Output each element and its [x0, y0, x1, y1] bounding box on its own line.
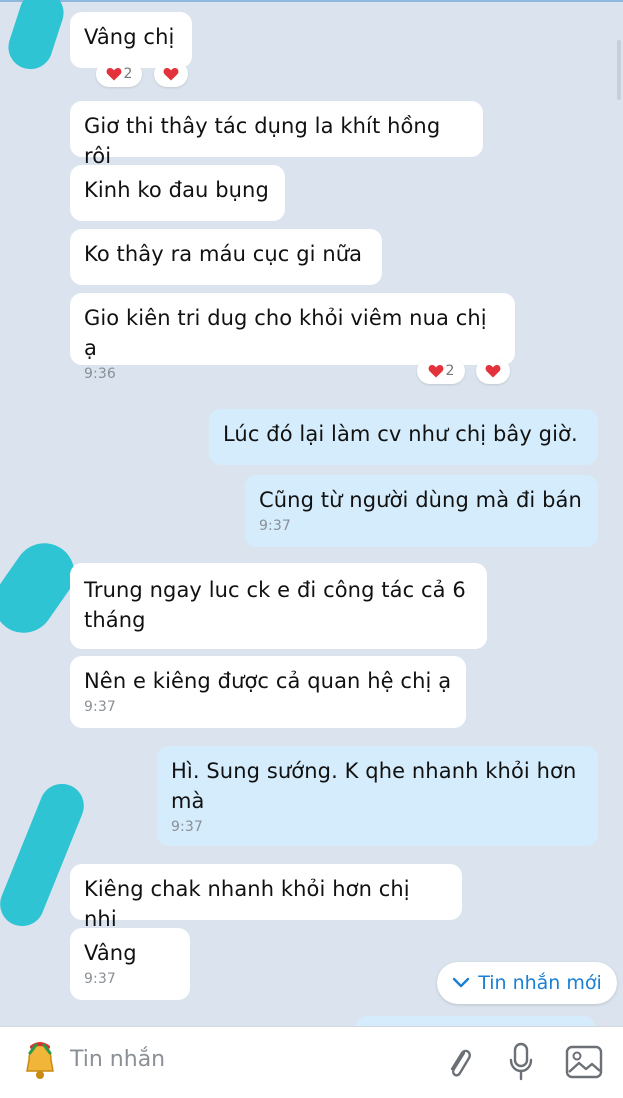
scrollbar[interactable] [617, 40, 621, 100]
image-icon[interactable] [565, 1045, 603, 1079]
message-input-bar: Tin nhắn [0, 1026, 623, 1098]
message-text: Cũng từ người dùng mà đi bán [259, 488, 582, 512]
message-text: Kinh ko đau bụng [84, 178, 269, 202]
heart-icon [106, 68, 121, 81]
message-text: Lúc đó lại làm cv như chị bây giờ. [223, 422, 578, 446]
reaction-badge[interactable]: 2 [417, 358, 465, 384]
header-divider [0, 0, 623, 2]
reaction-badge[interactable]: 2 [96, 61, 142, 87]
message-bubble-incoming[interactable]: Ko thây ra máu cục gi nữa [70, 229, 382, 285]
message-bubble-incoming[interactable]: Nên e kiêng được cả quan hệ chị ạ 9:37 [70, 656, 466, 728]
message-text: Vâng [84, 941, 137, 965]
message-input[interactable]: Tin nhắn [70, 1047, 165, 1072]
add-reaction-button[interactable] [154, 61, 188, 87]
message-bubble-incoming[interactable]: Kiêng chak nhanh khỏi hơn chị nhi [70, 864, 462, 931]
reaction-count: 2 [123, 66, 133, 82]
message-text: Nên e kiêng được cả quan hệ chị ạ [84, 669, 452, 693]
message-bubble-outgoing[interactable]: Hì. Sung sướng. K qhe nhanh khỏi hơn mà … [157, 746, 598, 846]
message-text: Gio kiên tri dug cho khỏi viêm nua chị ạ [84, 306, 487, 360]
message-bubble-incoming[interactable]: Giơ thi thây tác dụng la khít hồng rôi [70, 101, 483, 168]
message-bubble-incoming[interactable]: Kinh ko đau bụng [70, 165, 285, 221]
message-bubble-incoming[interactable]: Gio kiên tri dug cho khỏi viêm nua chị ạ… [70, 293, 515, 382]
message-bubble-outgoing[interactable]: Cũng từ người dùng mà đi bán 9:37 [245, 475, 598, 547]
chat-area: Vâng chị 2 Giơ thi thây tác dụng la khít… [0, 0, 623, 1026]
message-time: 9:37 [84, 699, 116, 715]
message-time: 9:37 [259, 518, 291, 534]
new-messages-label: Tin nhắn mới [478, 972, 602, 994]
message-text: Vâng chị [84, 25, 175, 49]
heart-icon [428, 365, 443, 378]
microphone-icon[interactable] [508, 1041, 534, 1083]
message-text: Giơ thi thây tác dụng la khít hồng rôi [84, 114, 441, 168]
message-text: Hì. Sung sướng. K qhe nhanh khỏi hơn mà [171, 759, 577, 813]
reaction-count: 2 [445, 363, 455, 379]
message-bubble-incoming[interactable]: Vâng 9:37 [70, 928, 190, 1000]
heart-icon [163, 68, 179, 81]
message-time: 9:37 [171, 819, 203, 835]
message-bubble-incoming[interactable]: Trung ngay luc ck e đi công tác cả 6 thá… [70, 563, 487, 649]
message-bubble-outgoing[interactable]: Lúc đó lại làm cv như chị bây giờ. [209, 409, 598, 465]
paperclip-icon[interactable] [446, 1043, 472, 1083]
redacted-avatar-1 [2, 0, 70, 75]
heart-icon [485, 365, 501, 378]
bell-sticker-icon[interactable] [20, 1041, 60, 1083]
message-time: 9:37 [84, 971, 116, 987]
message-bubble-outgoing-partial [355, 1016, 595, 1026]
message-text: Trung ngay luc ck e đi công tác cả 6 thá… [84, 578, 466, 632]
message-text: Ko thây ra máu cục gi nữa [84, 242, 363, 266]
chevron-down-icon [452, 977, 470, 988]
message-text: Kiêng chak nhanh khỏi hơn chị nhi [84, 877, 410, 931]
new-messages-button[interactable]: Tin nhắn mới [437, 962, 617, 1004]
add-reaction-button[interactable] [476, 358, 510, 384]
message-bubble-incoming[interactable]: Vâng chị [70, 12, 192, 68]
